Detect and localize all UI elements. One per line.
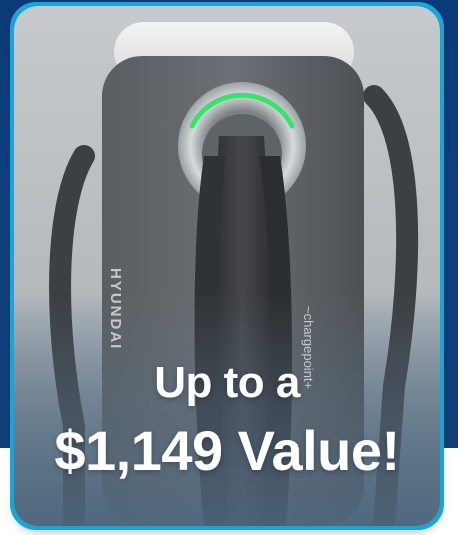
promo-card[interactable]: HYUNDAI ~chargepoint+ Up to a $1,149 Val… (14, 6, 440, 526)
headline-line-2: $1,149 Value! (54, 419, 400, 482)
headline-line-1: Up to a (154, 358, 300, 407)
hyundai-logo: HYUNDAI (107, 268, 124, 351)
